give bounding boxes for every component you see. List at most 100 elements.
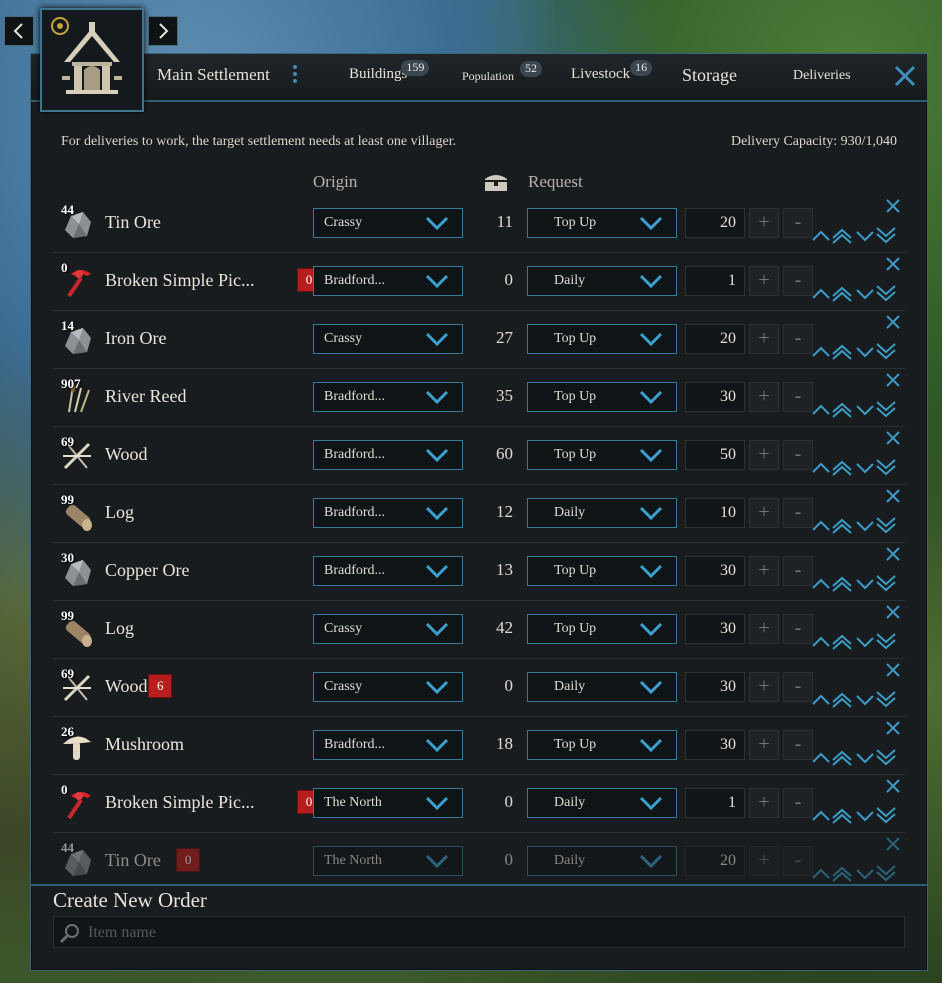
- reorder-arrows-icon[interactable]: [811, 690, 903, 708]
- increase-button[interactable]: +: [749, 324, 779, 354]
- request-dropdown[interactable]: Daily: [527, 266, 677, 296]
- amount-input[interactable]: 20: [685, 208, 745, 238]
- amount-input[interactable]: 30: [685, 382, 745, 412]
- origin-dropdown[interactable]: Bradford...: [313, 266, 463, 296]
- request-dropdown[interactable]: Top Up: [527, 440, 677, 470]
- tab-population[interactable]: Population 52: [462, 61, 543, 84]
- decrease-button[interactable]: -: [783, 788, 813, 818]
- settlement-name[interactable]: Main Settlement: [157, 65, 270, 85]
- origin-dropdown[interactable]: Crassy: [313, 324, 463, 354]
- increase-button[interactable]: +: [749, 382, 779, 412]
- request-dropdown[interactable]: Top Up: [527, 382, 677, 412]
- remove-order-icon[interactable]: [885, 372, 901, 388]
- decrease-button[interactable]: -: [783, 440, 813, 470]
- more-options-icon[interactable]: [293, 65, 297, 86]
- request-dropdown[interactable]: Daily: [527, 498, 677, 528]
- amount-input[interactable]: 30: [685, 556, 745, 586]
- remove-order-icon[interactable]: [885, 662, 901, 678]
- increase-button[interactable]: +: [749, 846, 779, 876]
- request-dropdown[interactable]: Daily: [527, 846, 677, 876]
- stock-count: 0: [504, 792, 514, 811]
- increase-button[interactable]: +: [749, 788, 779, 818]
- increase-button[interactable]: +: [749, 266, 779, 296]
- reorder-arrows-icon[interactable]: [811, 400, 903, 418]
- request-dropdown[interactable]: Top Up: [527, 730, 677, 760]
- remove-order-icon[interactable]: [885, 256, 901, 272]
- increase-button[interactable]: +: [749, 440, 779, 470]
- decrease-button[interactable]: -: [783, 266, 813, 296]
- reorder-arrows-icon[interactable]: [811, 748, 903, 766]
- tab-livestock[interactable]: Livestock 16: [571, 60, 653, 83]
- amount-input[interactable]: 20: [685, 846, 745, 876]
- origin-dropdown[interactable]: Crassy: [313, 208, 463, 238]
- origin-dropdown[interactable]: Bradford...: [313, 498, 463, 528]
- amount-input[interactable]: 30: [685, 672, 745, 702]
- remove-order-icon[interactable]: [885, 488, 901, 504]
- amount-input[interactable]: 30: [685, 730, 745, 760]
- item-search-field[interactable]: Item name: [53, 916, 905, 948]
- request-dropdown[interactable]: Top Up: [527, 556, 677, 586]
- decrease-button[interactable]: -: [783, 614, 813, 644]
- remove-order-icon[interactable]: [885, 604, 901, 620]
- tab-deliveries[interactable]: Deliveries: [793, 68, 851, 84]
- increase-button[interactable]: +: [749, 672, 779, 702]
- request-dropdown[interactable]: Top Up: [527, 208, 677, 238]
- increase-button[interactable]: +: [749, 208, 779, 238]
- increase-button[interactable]: +: [749, 498, 779, 528]
- amount-input[interactable]: 1: [685, 788, 745, 818]
- reorder-arrows-icon[interactable]: [811, 864, 903, 882]
- reorder-arrows-icon[interactable]: [811, 516, 903, 534]
- origin-dropdown[interactable]: Bradford...: [313, 440, 463, 470]
- reorder-arrows-icon[interactable]: [811, 458, 903, 476]
- remove-order-icon[interactable]: [885, 430, 901, 446]
- request-dropdown[interactable]: Daily: [527, 672, 677, 702]
- amount-input[interactable]: 1: [685, 266, 745, 296]
- request-dropdown[interactable]: Daily: [527, 788, 677, 818]
- reorder-arrows-icon[interactable]: [811, 574, 903, 592]
- decrease-button[interactable]: -: [783, 382, 813, 412]
- decrease-button[interactable]: -: [783, 730, 813, 760]
- chevron-down-icon: [639, 796, 663, 811]
- chevron-down-icon: [639, 216, 663, 231]
- origin-dropdown[interactable]: The North: [313, 788, 463, 818]
- close-icon[interactable]: [893, 64, 917, 88]
- tab-storage[interactable]: Storage: [682, 65, 737, 86]
- origin-dropdown[interactable]: Crassy: [313, 672, 463, 702]
- reorder-arrows-icon[interactable]: [811, 342, 903, 360]
- tab-buildings[interactable]: Buildings 159: [349, 60, 430, 83]
- reorder-arrows-icon[interactable]: [811, 226, 903, 244]
- remove-order-icon[interactable]: [885, 198, 901, 214]
- origin-dropdown[interactable]: Bradford...: [313, 556, 463, 586]
- amount-input[interactable]: 20: [685, 324, 745, 354]
- decrease-button[interactable]: -: [783, 556, 813, 586]
- request-dropdown[interactable]: Top Up: [527, 614, 677, 644]
- chevron-down-icon: [425, 390, 449, 405]
- remove-order-icon[interactable]: [885, 836, 901, 852]
- remove-order-icon[interactable]: [885, 314, 901, 330]
- remove-order-icon[interactable]: [885, 778, 901, 794]
- reorder-arrows-icon[interactable]: [811, 806, 903, 824]
- previous-settlement-button[interactable]: [4, 16, 34, 46]
- amount-input[interactable]: 30: [685, 614, 745, 644]
- reorder-arrows-icon[interactable]: [811, 284, 903, 302]
- amount-input[interactable]: 50: [685, 440, 745, 470]
- increase-button[interactable]: +: [749, 614, 779, 644]
- decrease-button[interactable]: -: [783, 208, 813, 238]
- remove-order-icon[interactable]: [885, 720, 901, 736]
- increase-button[interactable]: +: [749, 556, 779, 586]
- remove-order-icon[interactable]: [885, 546, 901, 562]
- decrease-button[interactable]: -: [783, 672, 813, 702]
- origin-dropdown[interactable]: The North: [313, 846, 463, 876]
- amount-input[interactable]: 10: [685, 498, 745, 528]
- decrease-button[interactable]: -: [783, 324, 813, 354]
- decrease-button[interactable]: -: [783, 846, 813, 876]
- origin-dropdown[interactable]: Crassy: [313, 614, 463, 644]
- origin-dropdown[interactable]: Bradford...: [313, 382, 463, 412]
- request-dropdown[interactable]: Top Up: [527, 324, 677, 354]
- chevron-down-icon: [639, 448, 663, 463]
- decrease-button[interactable]: -: [783, 498, 813, 528]
- origin-dropdown[interactable]: Bradford...: [313, 730, 463, 760]
- increase-button[interactable]: +: [749, 730, 779, 760]
- reorder-arrows-icon[interactable]: [811, 632, 903, 650]
- next-settlement-button[interactable]: [148, 16, 178, 46]
